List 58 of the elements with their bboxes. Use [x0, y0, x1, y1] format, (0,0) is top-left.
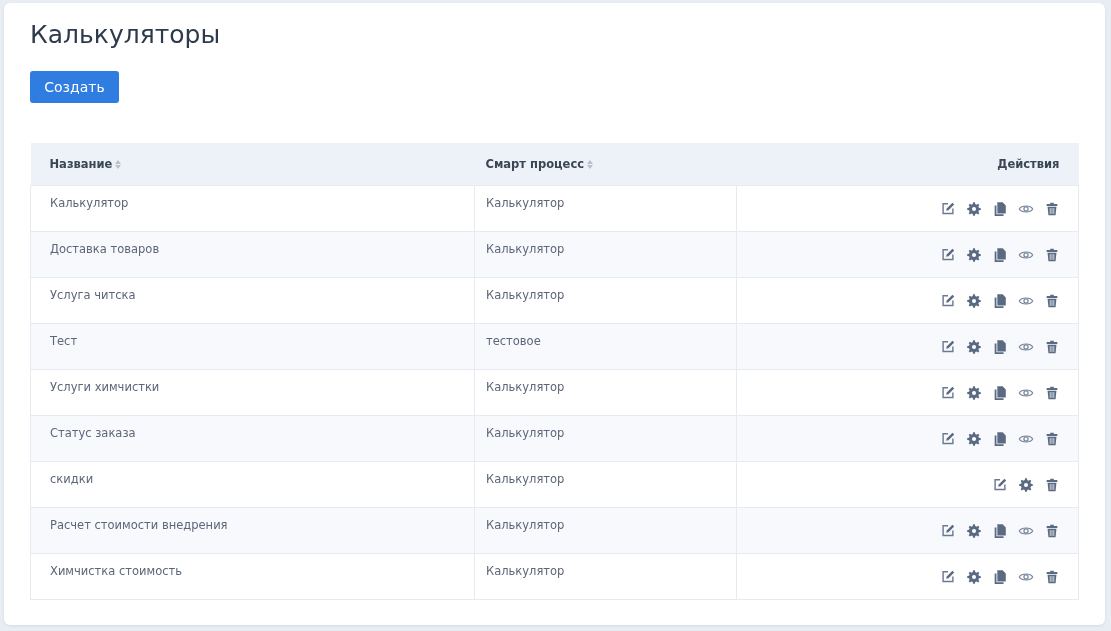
- trash-icon[interactable]: [1044, 476, 1060, 493]
- trash-icon[interactable]: [1044, 200, 1060, 217]
- copy-icon[interactable]: [992, 200, 1008, 217]
- copy-icon[interactable]: [992, 568, 1008, 585]
- create-button[interactable]: Создать: [30, 71, 119, 103]
- copy-icon[interactable]: [992, 338, 1008, 355]
- table-cell: скидки: [50, 471, 94, 486]
- settings-icon[interactable]: [966, 522, 982, 539]
- copy-icon[interactable]: [992, 292, 1008, 309]
- column-header: Действия: [997, 157, 1060, 171]
- settings-icon[interactable]: [966, 568, 982, 585]
- settings-icon[interactable]: [966, 246, 982, 263]
- edit-icon[interactable]: [940, 246, 956, 263]
- table-cell: Статус заказа: [50, 425, 136, 440]
- table-cell: Тест: [50, 333, 78, 348]
- settings-icon[interactable]: [966, 384, 982, 401]
- table-cell: Калькулятор: [486, 379, 565, 394]
- edit-icon[interactable]: [940, 384, 956, 401]
- settings-icon[interactable]: [966, 338, 982, 355]
- edit-icon[interactable]: [992, 476, 1008, 493]
- settings-icon[interactable]: [966, 430, 982, 447]
- table-cell: Услуги химчистки: [50, 379, 160, 394]
- edit-icon[interactable]: [940, 200, 956, 217]
- copy-icon[interactable]: [992, 384, 1008, 401]
- edit-icon[interactable]: [940, 338, 956, 355]
- settings-icon[interactable]: [1018, 476, 1034, 493]
- table-cell: Услуга читска: [50, 287, 136, 302]
- trash-icon[interactable]: [1044, 430, 1060, 447]
- table-cell: Расчет стоимости внедрения: [50, 517, 228, 532]
- trash-icon[interactable]: [1044, 384, 1060, 401]
- table-cell: Калькулятор: [486, 471, 565, 486]
- table-cell: Калькулятор: [486, 195, 565, 210]
- table-cell: Калькулятор: [50, 195, 129, 210]
- column-header[interactable]: Название: [49, 157, 113, 171]
- page-title: Калькуляторы: [30, 19, 222, 51]
- edit-icon[interactable]: [940, 522, 956, 539]
- copy-icon[interactable]: [992, 430, 1008, 447]
- table-cell: Доставка товаров: [50, 241, 160, 256]
- trash-icon[interactable]: [1044, 246, 1060, 263]
- edit-icon[interactable]: [940, 430, 956, 447]
- edit-icon[interactable]: [940, 568, 956, 585]
- table-cell: Калькулятор: [486, 425, 565, 440]
- trash-icon[interactable]: [1044, 338, 1060, 355]
- copy-icon[interactable]: [992, 522, 1008, 539]
- trash-icon[interactable]: [1044, 292, 1060, 309]
- table-cell: Калькулятор: [486, 517, 565, 532]
- trash-icon[interactable]: [1044, 522, 1060, 539]
- table-cell: Калькулятор: [486, 241, 565, 256]
- settings-icon[interactable]: [966, 200, 982, 217]
- copy-icon[interactable]: [992, 246, 1008, 263]
- column-header[interactable]: Смарт процесс: [485, 157, 585, 171]
- table-cell: Калькулятор: [486, 563, 565, 578]
- trash-icon[interactable]: [1044, 568, 1060, 585]
- edit-icon[interactable]: [940, 292, 956, 309]
- table-cell: Химчистка стоимость: [50, 563, 182, 578]
- table-cell: Калькулятор: [486, 287, 565, 302]
- table-cell: тестовое: [486, 333, 541, 348]
- settings-icon[interactable]: [966, 292, 982, 309]
